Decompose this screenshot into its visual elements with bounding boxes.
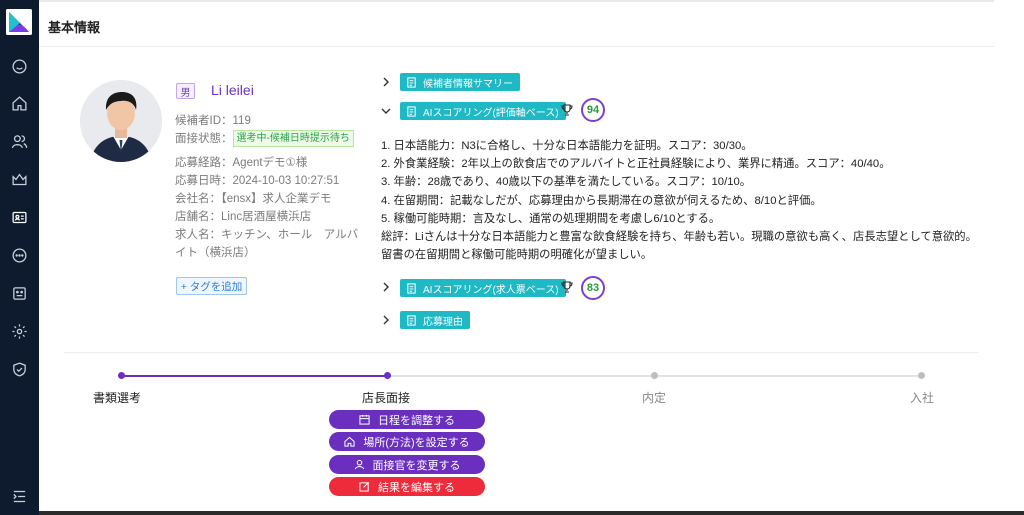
ai-score-job-toggle[interactable]: AIスコアリング(求人票ベース) [400, 279, 566, 297]
chevron-right-icon[interactable] [381, 315, 391, 325]
candidate-summary-toggle[interactable]: 候補者情報サマリー [400, 73, 520, 91]
evaluation-text: 1. 日本語能力：N3に合格し、十分な日本語能力を証明。スコア：30/30。 2… [381, 137, 981, 264]
application-reason-label: 応募理由 [423, 316, 463, 328]
status-badge: 選考中-候補日時提示待ち [232, 130, 354, 147]
sidebar [0, 0, 39, 515]
document-icon [407, 282, 416, 294]
job-name-continued: イト（横浜店） [175, 247, 256, 259]
users-icon[interactable] [10, 132, 29, 151]
chevron-down-icon[interactable] [381, 106, 391, 116]
evaluation-line: 1. 日本語能力：N3に合格し、十分な日本語能力を証明。スコア：30/30。 [381, 140, 753, 152]
id-card-icon[interactable] [10, 208, 29, 227]
evaluation-line: 5. 稼働可能時期：言及なし、通常の処理期間を考慮し6/10とする。 [381, 212, 721, 225]
progress-dot-pending [651, 372, 658, 379]
interview-status-label: 面接状態： [175, 133, 233, 145]
home-icon [344, 436, 355, 447]
progress-dot-current [384, 372, 391, 379]
ai-score-eval-label: AIスコアリング(評価軸ベース) [423, 107, 559, 119]
adjust-schedule-label: 日程を調整する [378, 414, 455, 427]
top-border [39, 0, 994, 2]
section-title: 基本情報 [48, 20, 101, 35]
application-route: 応募経路：Agentデモ①様 [175, 157, 308, 169]
edit-icon [359, 481, 370, 492]
gender-badge: 男 [176, 83, 195, 99]
evaluation-line: 3. 年齢：28歳であり、40歳以下の基準を満たしている。スコア：10/10。 [381, 176, 752, 189]
menu-collapse-icon[interactable] [10, 487, 29, 506]
ai-score-eval-value: 94 [581, 98, 605, 122]
robot-icon[interactable] [10, 284, 29, 303]
ai-score-job-value: 83 [581, 276, 605, 300]
application-datetime: 応募日時：2024-10-03 10:27:51 [175, 175, 340, 187]
step-manager-interview: 店長面接 [362, 391, 411, 405]
add-tag-button[interactable]: + タグを追加 [176, 277, 247, 295]
progress-dot-pending [918, 372, 925, 379]
smile-icon[interactable] [10, 57, 29, 76]
section-divider [64, 352, 978, 353]
change-interviewer-button[interactable]: 面接官を変更する [329, 455, 485, 474]
calendar-icon [359, 414, 370, 425]
document-icon [407, 314, 416, 326]
set-location-label: 場所(方法)を設定する [363, 436, 470, 449]
document-icon [407, 76, 416, 88]
ai-score-job-label: AIスコアリング(求人票ベース) [423, 284, 559, 296]
home-icon[interactable] [10, 94, 29, 113]
evaluation-line: 2. 外食業経験：2年以上の飲食店でのアルバイトと正社員経験により、業界に精通。… [381, 158, 891, 171]
chevron-right-icon[interactable] [381, 282, 391, 292]
shield-icon[interactable] [10, 360, 29, 379]
header-divider [39, 46, 994, 47]
document-icon [407, 105, 416, 117]
user-icon [354, 459, 364, 470]
change-interviewer-label: 面接官を変更する [372, 459, 461, 472]
candidate-name: Li leilei [211, 82, 254, 98]
evaluation-summary: 総評：Liさんは十分な日本語能力と豊富な飲食経験を持ち、年齢も若い。現職の意欲も… [381, 231, 977, 262]
trophy-icon [561, 104, 573, 116]
progress-dot-done [118, 372, 125, 379]
ai-score-eval-toggle[interactable]: AIスコアリング(評価軸ベース) [400, 102, 566, 120]
chat-icon[interactable] [10, 246, 29, 265]
bottom-border [39, 511, 1024, 515]
step-document-screening: 書類選考 [93, 391, 142, 405]
app-logo[interactable] [6, 9, 32, 35]
set-location-button[interactable]: 場所(方法)を設定する [329, 432, 485, 451]
interview-status: 面接状態： 選考中-候補日時提示待ち [175, 130, 354, 147]
trophy-icon [561, 281, 573, 293]
store-name: 店舗名：Linc居酒屋横浜店 [175, 211, 312, 223]
edit-result-button[interactable]: 結果を編集する [329, 477, 485, 496]
edit-result-label: 結果を編集する [378, 481, 455, 494]
candidate-avatar [80, 80, 162, 162]
gear-icon[interactable] [10, 322, 29, 341]
company-name: 会社名：【ensx】求人企業デモ [175, 193, 332, 205]
job-name: 求人名：キッチン、ホール アルバ [175, 229, 359, 241]
application-reason-toggle[interactable]: 応募理由 [400, 311, 470, 329]
progress-track-done [121, 375, 387, 377]
step-offer: 内定 [642, 391, 667, 405]
evaluation-line: 4. 在留期間：記載なしだが、応募理由から長期滞在の意欲が伺えるため、8/10と… [381, 194, 822, 207]
crown-icon[interactable] [10, 170, 29, 189]
chevron-right-icon[interactable] [381, 77, 391, 87]
candidate-summary-label: 候補者情報サマリー [423, 78, 513, 90]
candidate-id: 候補者ID：119 [175, 115, 251, 127]
step-joining: 入社 [910, 391, 935, 405]
adjust-schedule-button[interactable]: 日程を調整する [329, 410, 485, 429]
